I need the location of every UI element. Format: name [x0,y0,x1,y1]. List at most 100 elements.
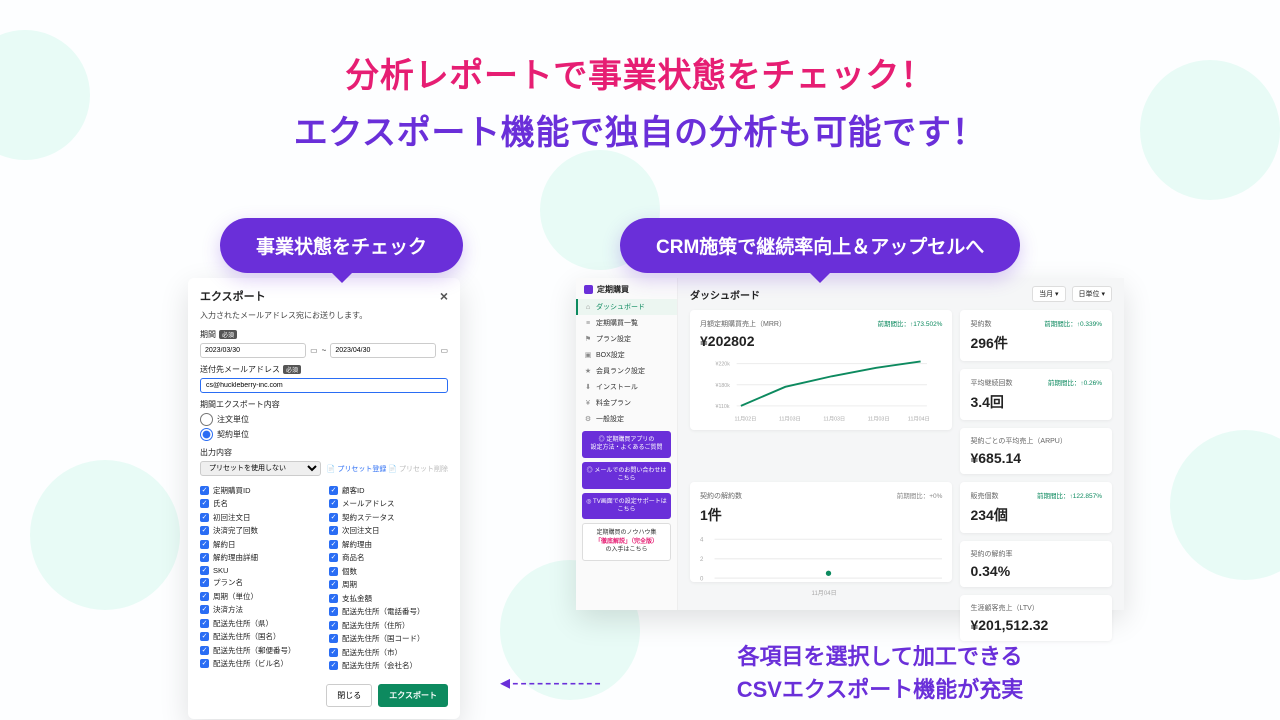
check-icon: ✓ [329,499,338,508]
export-field-checkbox[interactable]: ✓顧客ID [329,485,448,496]
filter-month[interactable]: 当月 ▾ [1032,286,1065,302]
check-icon: ✓ [200,566,209,575]
svg-text:¥180k: ¥180k [716,383,731,389]
export-field-checkbox[interactable]: ✓定期購買ID [200,485,319,496]
sidebar: 定期購買 ⌂ダッシュボード≡定期購買一覧⚑プラン設定▣BOX設定★会員ランク設定… [576,278,678,610]
export-field-checkbox[interactable]: ✓決済方法 [200,604,319,615]
export-field-checkbox[interactable]: ✓配送先住所（ビル名） [200,658,319,669]
date-from-input[interactable] [200,343,306,358]
export-field-checkbox[interactable]: ✓メールアドレス [329,498,448,509]
calendar-icon[interactable]: ▭ [440,346,448,355]
arrow-icon: ◂- - - - - - - - - - - [500,670,599,695]
check-icon: ✓ [200,553,209,562]
export-field-checkbox[interactable]: ✓配送先住所（県） [200,618,319,629]
dashboard-panel: ⚙ ⋯ 定期購買 ⌂ダッシュボード≡定期購買一覧⚑プラン設定▣BOX設定★会員ラ… [576,278,1124,610]
nav-icon: ⬇ [584,383,592,391]
export-field-checkbox[interactable]: ✓配送先住所（市） [329,647,448,658]
export-field-checkbox[interactable]: ✓配送先住所（国コード） [329,633,448,644]
export-field-checkbox[interactable]: ✓商品名 [329,552,448,563]
section-output: 出力内容 [200,447,448,458]
radio-order[interactable]: 注文単位 [200,413,448,426]
mrr-chart: ¥220k ¥180k ¥110k 11月02日 11月03日 11月03日 1… [700,353,942,427]
email-input[interactable] [200,378,448,393]
export-field-checkbox[interactable]: ✓次回注文日 [329,525,448,536]
churn-card: 契約の解約数 前期間比：+0% 1件 4 2 0 11月04日 [690,482,952,582]
pill-left: 事業状態をチェック [220,218,463,273]
svg-text:11月03日: 11月03日 [868,416,890,423]
check-icon: ✓ [200,578,209,587]
sidebar-item[interactable]: ⌂ダッシュボード [576,299,677,315]
sidebar-item[interactable]: ⚙一般設定 [576,411,677,427]
export-field-checkbox[interactable]: ✓周期（単位） [200,591,319,602]
check-icon: ✓ [200,540,209,549]
sidebar-item[interactable]: ⬇インストール [576,379,677,395]
dashboard-title: ダッシュボード [690,287,760,302]
export-button[interactable]: エクスポート [378,684,448,707]
check-icon: ✓ [329,634,338,643]
date-sep: ~ [322,346,327,355]
svg-text:0: 0 [700,577,704,583]
email-label: 送付先メールアドレス [200,365,280,374]
filter-unit[interactable]: 日単位 ▾ [1072,286,1112,302]
export-field-checkbox[interactable]: ✓決済完了回数 [200,525,319,536]
headline-2: エクスポート機能で独自の分析も可能です！ [0,105,1280,154]
help-box[interactable]: ◎ メールでのお問い合わせはこちら [582,462,671,489]
export-field-checkbox[interactable]: ✓周期 [329,579,448,590]
headline-1: 分析レポートで事業状態をチェック！ [0,48,1280,97]
calendar-icon[interactable]: ▭ [310,346,318,355]
export-field-checkbox[interactable]: ✓個数 [329,566,448,577]
svg-text:2: 2 [700,557,704,563]
preset-register-link[interactable]: 📄 プリセット登録 [327,466,387,473]
preset-delete-link[interactable]: 📄 プリセット削除 [388,466,448,473]
check-icon: ✓ [200,499,209,508]
export-field-checkbox[interactable]: ✓配送先住所（電話番号） [329,606,448,617]
export-field-checkbox[interactable]: ✓配送先住所（郵便番号） [200,645,319,656]
export-subtitle: 入力されたメールアドレス宛にお送りします。 [200,310,448,321]
pill-right: CRM施策で継続率向上＆アップセルへ [620,218,1020,273]
export-field-checkbox[interactable]: ✓配送先住所（会社名） [329,660,448,671]
export-field-checkbox[interactable]: ✓支払金額 [329,593,448,604]
required-badge: 必須 [219,330,237,339]
brand-name: 定期購買 [597,284,629,295]
export-field-checkbox[interactable]: ✓初回注文日 [200,512,319,523]
export-field-checkbox[interactable]: ✓配送先住所（住所） [329,620,448,631]
export-field-checkbox[interactable]: ✓プラン名 [200,577,319,588]
svg-text:¥220k: ¥220k [716,362,731,368]
export-modal: エクスポート × 入力されたメールアドレス宛にお送りします。 期間必須 ▭ ~ … [188,278,460,719]
check-icon: ✓ [329,607,338,616]
export-field-checkbox[interactable]: ✓配送先住所（国名） [200,631,319,642]
help-box[interactable]: ◎ TV画面での設定サポートはこちら [582,493,671,520]
close-icon[interactable]: × [440,288,448,304]
preset-select[interactable]: プリセットを使用しない [200,461,321,476]
export-field-checkbox[interactable]: ✓解約理由 [329,539,448,550]
export-field-checkbox[interactable]: ✓SKU [200,566,319,575]
check-icon: ✓ [200,526,209,535]
stat-card: 販売個数前期間比：↑122.857%234個 [960,482,1112,533]
svg-text:11月03日: 11月03日 [823,416,845,423]
date-to-input[interactable] [330,343,436,358]
svg-text:11月04日: 11月04日 [908,416,930,423]
cancel-button[interactable]: 閉じる [326,684,372,707]
sidebar-item[interactable]: ⚑プラン設定 [576,331,677,347]
svg-text:4: 4 [700,538,704,544]
export-field-checkbox[interactable]: ✓契約ステータス [329,512,448,523]
radio-contract[interactable]: 契約単位 [200,428,448,441]
sidebar-item[interactable]: ≡定期購買一覧 [576,315,677,331]
check-icon: ✓ [329,580,338,589]
export-field-checkbox[interactable]: ✓解約日 [200,539,319,550]
export-field-checkbox[interactable]: ✓氏名 [200,498,319,509]
churn-value: 1件 [700,505,942,525]
svg-text:11月04日: 11月04日 [812,590,837,597]
check-icon: ✓ [329,526,338,535]
sidebar-item[interactable]: ★会員ランク設定 [576,363,677,379]
sidebar-item[interactable]: ¥料金プラン [576,395,677,411]
check-icon: ✓ [200,632,209,641]
stat-card: 契約の解約率0.34% [960,541,1112,587]
help-box[interactable]: ◎ 定期購買アプリの設定方法・よくあるご質問 [582,431,671,458]
export-field-checkbox[interactable]: ✓解約理由詳細 [200,552,319,563]
check-icon: ✓ [200,605,209,614]
sidebar-item[interactable]: ▣BOX設定 [576,347,677,363]
mrr-yoy: 前期間比：↑173.502% [877,318,942,328]
help-white-box[interactable]: 定期購買のノウハウ集 「徹底解説」（完全版） の入手はこちら [582,523,671,560]
check-icon: ✓ [329,513,338,522]
